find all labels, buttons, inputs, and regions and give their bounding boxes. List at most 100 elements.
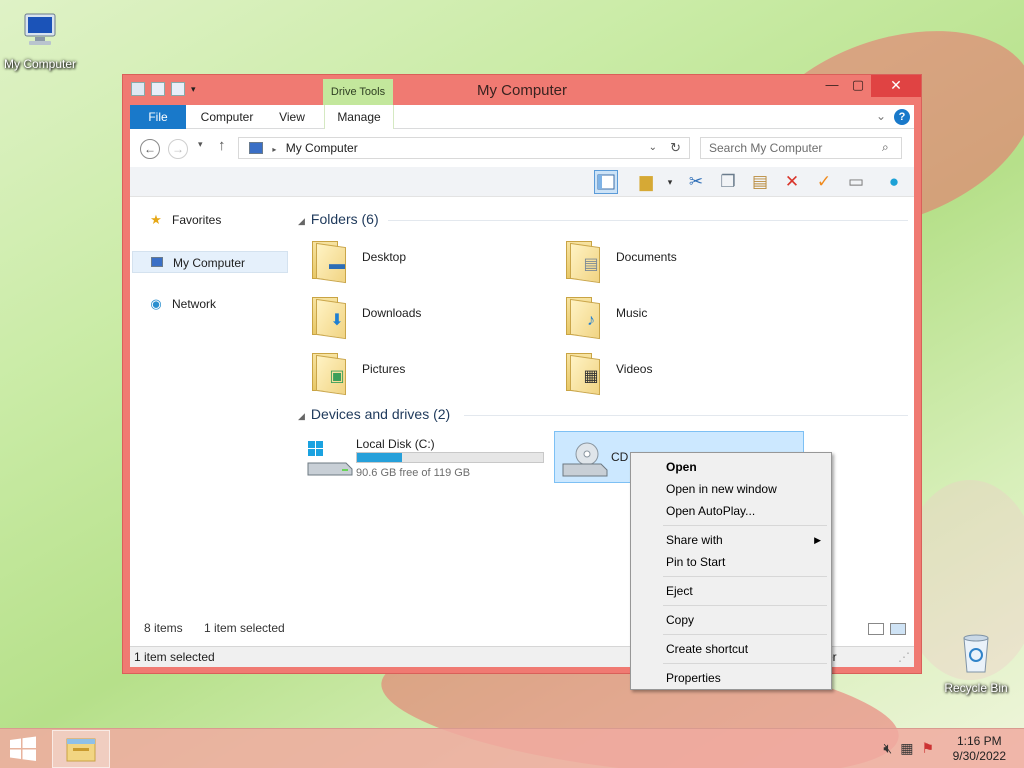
address-dropdown-chevron-icon[interactable]: ⌄	[649, 138, 657, 158]
recent-locations-chevron-icon[interactable]: ▾	[198, 139, 203, 150]
menu-item-share-with[interactable]: Share with ▶	[633, 529, 829, 551]
network-icon: ◉	[150, 296, 162, 311]
close-button[interactable]: ✕	[871, 75, 921, 97]
desktop-icon-label: My Computer	[3, 57, 77, 71]
star-icon: ★	[150, 212, 162, 227]
folder-name: Pictures	[362, 362, 406, 376]
nav-item-favorites[interactable]: ★ Favorites	[132, 209, 288, 231]
folder-name: Downloads	[362, 306, 422, 320]
tab-computer[interactable]: Computer	[192, 105, 262, 129]
network-tray-icon[interactable]: ▦	[900, 740, 913, 757]
menu-item-pin-to-start[interactable]: Pin to Start	[633, 551, 829, 573]
nav-item-network[interactable]: ◉ Network	[132, 293, 288, 315]
delete-x-icon[interactable]: ✕	[780, 170, 804, 194]
folder-icon: ▣	[312, 349, 352, 396]
folder-name: Desktop	[362, 250, 407, 264]
clock-date: 9/30/2022	[952, 749, 1006, 763]
paste-clipboard-icon[interactable]: ▤	[748, 170, 772, 194]
desktop-icon: ▬	[329, 256, 345, 273]
speaker-muted-icon[interactable]: 🔇︎	[883, 740, 892, 757]
cut-scissors-icon[interactable]: ✂	[684, 170, 708, 194]
menu-separator	[663, 525, 827, 526]
menu-item-open[interactable]: Open	[633, 456, 829, 478]
menu-item-open-autoplay[interactable]: Open AutoPlay...	[633, 500, 829, 522]
computer-small-icon	[149, 255, 165, 271]
menu-item-properties[interactable]: Properties	[633, 667, 829, 689]
title-bar[interactable]: ▾ Drive Tools My Computer — ▢ ✕	[123, 75, 921, 105]
nav-item-my-computer[interactable]: My Computer	[132, 251, 288, 273]
folder-item[interactable]: ▤ Documents	[564, 235, 804, 287]
breadcrumb-chevron-icon[interactable]: ▸	[272, 145, 276, 154]
maximize-button[interactable]: ▢	[845, 75, 871, 97]
checkmark-icon[interactable]: ✓	[812, 170, 836, 194]
menu-item-label: Share with	[666, 533, 723, 547]
desktop-icon-my-computer[interactable]: My Computer	[0, 10, 80, 71]
submenu-arrow-icon: ▶	[814, 535, 821, 545]
hard-drive-windows-icon	[307, 441, 353, 476]
download-arrow-icon: ⬇	[330, 312, 344, 329]
taskbar-file-explorer-button[interactable]	[52, 730, 110, 768]
search-input[interactable]: Search My Computer	[700, 137, 902, 159]
folder-item[interactable]: ▣ Pictures	[310, 347, 550, 399]
group-header-devices[interactable]: ◢ Devices and drives (2)	[298, 406, 450, 422]
menu-item-label: Pin to Start	[666, 555, 726, 569]
command-toolbar: ▆ ▾ ✂ ❐ ▤ ✕ ✓ ▭ ●	[130, 167, 914, 197]
group-header-folders[interactable]: ◢ Folders (6)	[298, 211, 379, 227]
menu-item-create-shortcut[interactable]: Create shortcut	[633, 638, 829, 660]
group-divider	[388, 220, 908, 221]
up-arrow-icon[interactable]: ↑	[218, 137, 226, 154]
menu-item-label: Copy	[666, 613, 695, 627]
breadcrumb[interactable]: My Computer	[286, 141, 358, 155]
minimize-button[interactable]: —	[819, 75, 845, 97]
drive-item-local-disk[interactable]: Local Disk (C:) 90.6 GB free of 119 GB	[300, 431, 550, 483]
ribbon-tabs: File Computer View Manage ⌄ ?	[130, 105, 914, 129]
nav-item-label: Favorites	[172, 213, 222, 227]
folder-item[interactable]: ▦ Videos	[564, 347, 804, 399]
menu-item-label: Create shortcut	[666, 642, 749, 656]
forward-button[interactable]: →	[168, 139, 188, 159]
collapse-ribbon-chevron-icon[interactable]: ⌄	[876, 109, 886, 123]
folder-item[interactable]: ♪ Music	[564, 291, 804, 343]
tab-file[interactable]: File	[130, 105, 186, 129]
refresh-icon[interactable]: ↻	[670, 138, 681, 158]
preview-pane-button[interactable]	[594, 170, 618, 194]
tab-view[interactable]: View	[270, 105, 314, 129]
resize-grip-icon[interactable]: ⋰	[898, 647, 910, 667]
windows-start-icon[interactable]	[6, 736, 40, 762]
details-view-icon[interactable]	[868, 623, 884, 635]
menu-separator	[663, 663, 827, 664]
document-icon: ▤	[583, 256, 599, 273]
file-explorer-icon	[66, 738, 96, 762]
clock[interactable]: 1:16 PM 9/30/2022	[953, 734, 1006, 764]
pane-icon	[597, 174, 615, 190]
group-divider	[464, 415, 908, 416]
picture-icon: ▣	[329, 368, 345, 385]
help-icon[interactable]: ?	[894, 109, 910, 125]
drive-free-space: 90.6 GB free of 119 GB	[356, 467, 471, 479]
tab-manage[interactable]: Manage	[324, 105, 394, 129]
toolbar-dropdown-chevron-icon[interactable]: ▾	[658, 170, 682, 194]
recycle-bin-icon	[963, 634, 989, 673]
address-bar[interactable]: ▸ My Computer ⌄ ↻	[238, 137, 690, 159]
folder-item[interactable]: ⬇ Downloads	[310, 291, 550, 343]
desktop-icon-label: Recycle Bin	[944, 681, 1008, 695]
menu-item-eject[interactable]: Eject	[633, 580, 829, 602]
folder-item[interactable]: ▬ Desktop	[310, 235, 550, 287]
checkbox-folder-icon[interactable]: ▆	[634, 170, 658, 194]
large-icons-view-icon[interactable]	[890, 623, 906, 635]
window-title: My Computer	[476, 82, 568, 99]
globe-icon[interactable]: ●	[882, 170, 906, 194]
menu-separator	[663, 605, 827, 606]
desktop-icon-recycle-bin[interactable]: Recycle Bin	[936, 630, 1016, 695]
back-button[interactable]: ←	[140, 139, 160, 159]
menu-item-label: Properties	[666, 671, 721, 685]
folder-icon: ▤	[566, 237, 606, 284]
menu-item-open-in-new-window[interactable]: Open in new window	[633, 478, 829, 500]
search-icon[interactable]: ⌕	[882, 140, 889, 155]
menu-separator	[663, 634, 827, 635]
action-center-flag-icon[interactable]: ⚑	[921, 740, 934, 757]
copy-icon[interactable]: ❐	[716, 170, 740, 194]
folder-icon: ♪	[566, 293, 606, 340]
menu-item-copy[interactable]: Copy	[633, 609, 829, 631]
rename-icon[interactable]: ▭	[844, 170, 868, 194]
